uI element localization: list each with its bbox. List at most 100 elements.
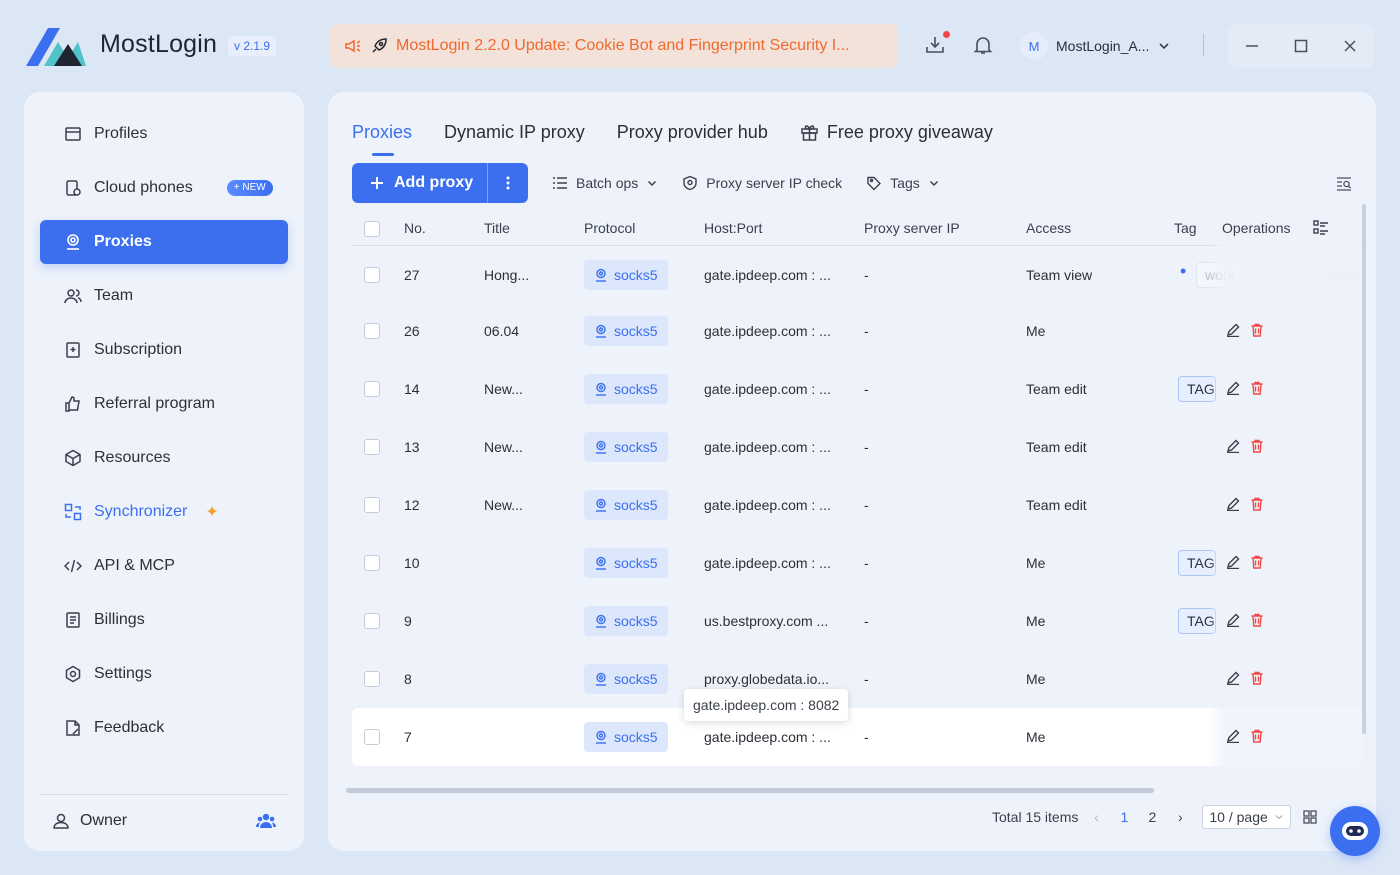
tab-proxies[interactable]: Proxies <box>352 120 412 156</box>
table-row[interactable]: 14 New... socks5 gate.ipdeep.com : ... - Team… <box>352 360 1362 418</box>
edit-icon[interactable] <box>1226 381 1240 395</box>
table-row[interactable]: 9 socks5 us.bestproxy.com ... - Me TAG <box>352 592 1362 650</box>
ip-check-button[interactable]: Proxy server IP check <box>682 175 842 191</box>
table-row[interactable]: 8 socks5 proxy.globedata.io... - Me <box>352 650 1362 708</box>
row-checkbox[interactable] <box>364 555 380 571</box>
delete-icon[interactable] <box>1250 323 1264 337</box>
app-name: MostLogin <box>100 30 218 58</box>
horizontal-scrollbar[interactable] <box>346 788 1154 793</box>
tab-dynamic-ip[interactable]: Dynamic IP proxy <box>444 120 585 144</box>
edit-icon[interactable] <box>1226 323 1240 337</box>
download-icon[interactable] <box>924 31 950 58</box>
edit-icon[interactable] <box>1226 497 1240 511</box>
delete-icon[interactable] <box>1250 439 1264 453</box>
edit-icon[interactable] <box>1226 729 1240 743</box>
row-checkbox[interactable] <box>364 439 380 455</box>
top-bar: MostLogin v 2.1.9 MostLogin 2.2.0 Update… <box>0 0 1400 92</box>
add-proxy-main[interactable]: Add proxy <box>352 163 488 203</box>
edit-icon[interactable] <box>1226 613 1240 627</box>
row-checkbox[interactable] <box>364 381 380 397</box>
toolbar: Add proxy Batch ops Proxy server IP chec… <box>352 163 1352 203</box>
cell-host[interactable]: gate.ipdeep.com : ... <box>704 267 831 283</box>
sidebar-item-proxies[interactable]: Proxies <box>40 220 288 264</box>
search-filter-icon[interactable] <box>1336 175 1352 191</box>
edit-icon[interactable] <box>1226 671 1240 685</box>
cell-host[interactable]: gate.ipdeep.com : ... <box>704 323 831 339</box>
add-proxy-button[interactable]: Add proxy <box>352 163 528 203</box>
sidebar-item-synchronizer[interactable]: Synchronizer ✦ <box>40 490 288 534</box>
sidebar-item-api[interactable]: API & MCP <box>40 544 288 588</box>
team-switch-icon[interactable] <box>256 812 276 830</box>
delete-icon[interactable] <box>1250 671 1264 685</box>
owner-switcher[interactable]: Owner <box>52 810 276 832</box>
delete-icon[interactable] <box>1250 729 1264 743</box>
row-checkbox[interactable] <box>364 497 380 513</box>
tags-dropdown[interactable]: Tags <box>866 175 940 191</box>
sidebar-item-billings[interactable]: Billings <box>40 598 288 642</box>
cell-host[interactable]: gate.ipdeep.com : ... <box>704 729 831 745</box>
protocol-label: socks5 <box>614 555 658 571</box>
row-checkbox[interactable] <box>364 323 380 339</box>
cell-host[interactable]: gate.ipdeep.com : ... <box>704 497 831 513</box>
bell-icon[interactable] <box>972 34 996 58</box>
code-icon <box>64 557 82 575</box>
row-checkbox[interactable] <box>364 613 380 629</box>
delete-icon[interactable] <box>1250 381 1264 395</box>
row-checkbox[interactable] <box>364 671 380 687</box>
cell-host[interactable]: us.bestproxy.com ... <box>704 613 828 629</box>
announcement-bar[interactable]: MostLogin 2.2.0 Update: Cookie Bot and F… <box>330 24 898 68</box>
more-options-icon[interactable] <box>488 176 528 190</box>
next-page-icon[interactable]: › <box>1166 809 1194 825</box>
table-row[interactable]: 7 socks5 gate.ipdeep.com : ... - Me <box>352 708 1362 766</box>
vertical-scrollbar[interactable] <box>1362 204 1366 734</box>
table-row[interactable]: 26 06.04 socks5 gate.ipdeep.com : ... - Me <box>352 302 1362 360</box>
tag-pill[interactable]: TAG <box>1178 608 1216 634</box>
edit-icon[interactable] <box>1226 439 1240 453</box>
table-row[interactable]: 10 socks5 gate.ipdeep.com : ... - Me TAG <box>352 534 1362 592</box>
minimize-icon[interactable] <box>1240 34 1264 58</box>
edit-icon[interactable] <box>1226 555 1240 569</box>
cell-host[interactable]: gate.ipdeep.com : ... <box>704 555 831 571</box>
sidebar-item-resources[interactable]: Resources <box>40 436 288 480</box>
tag-pill[interactable]: TAG <box>1178 550 1216 576</box>
select-all-checkbox[interactable] <box>364 221 380 237</box>
sidebar-item-settings[interactable]: Settings <box>40 652 288 696</box>
protocol-label: socks5 <box>614 613 658 629</box>
sidebar-item-subscription[interactable]: Subscription <box>40 328 288 372</box>
table-row[interactable]: 13 New... socks5 gate.ipdeep.com : ... - Team… <box>352 418 1362 476</box>
sidebar-item-team[interactable]: Team <box>40 274 288 318</box>
sidebar-item-referral[interactable]: Referral program <box>40 382 288 426</box>
column-settings-icon[interactable] <box>1312 219 1330 237</box>
close-icon[interactable] <box>1338 34 1362 58</box>
sidebar-item-cloud-phones[interactable]: Cloud phones + NEW <box>40 166 288 210</box>
row-checkbox[interactable] <box>364 729 380 745</box>
sidebar-item-profiles[interactable]: Profiles <box>40 112 288 156</box>
table-row[interactable]: 12 New... socks5 gate.ipdeep.com : ... - Team… <box>352 476 1362 534</box>
delete-icon[interactable] <box>1250 613 1264 627</box>
cell-host[interactable]: gate.ipdeep.com : ... <box>704 439 831 455</box>
tab-provider-hub[interactable]: Proxy provider hub <box>617 120 768 144</box>
delete-icon[interactable] <box>1250 555 1264 569</box>
tab-free-proxy[interactable]: Free proxy giveaway <box>800 120 993 144</box>
page-2[interactable]: 2 <box>1138 809 1166 825</box>
table-row[interactable]: 27 Hong... socks5 gate.ipdeep.com : ... - Tea… <box>352 246 1362 304</box>
maximize-icon[interactable] <box>1289 34 1313 58</box>
user-menu[interactable]: M MostLogin_A... <box>1020 32 1171 60</box>
page-size-select[interactable]: 10 / page <box>1202 805 1291 829</box>
prev-page-icon[interactable]: ‹ <box>1082 809 1110 825</box>
chatbot-button[interactable] <box>1330 806 1380 856</box>
cell-access: Team view <box>1026 267 1093 283</box>
tag-pill[interactable]: TAG <box>1178 376 1216 402</box>
tag-pill[interactable]: work <box>1196 262 1244 288</box>
cell-host[interactable]: gate.ipdeep.com : ... <box>704 381 831 397</box>
sidebar-item-label: Proxies <box>94 233 152 250</box>
tab-label: Proxy provider hub <box>616 121 768 142</box>
page-1[interactable]: 1 <box>1110 809 1138 825</box>
location-icon <box>596 382 606 396</box>
row-checkbox[interactable] <box>364 267 380 283</box>
batch-ops-dropdown[interactable]: Batch ops <box>552 175 658 191</box>
grid-view-icon[interactable] <box>1303 810 1317 824</box>
sidebar-item-feedback[interactable]: Feedback <box>40 706 288 750</box>
cell-host[interactable]: proxy.globedata.io... <box>704 671 829 687</box>
delete-icon[interactable] <box>1250 497 1264 511</box>
